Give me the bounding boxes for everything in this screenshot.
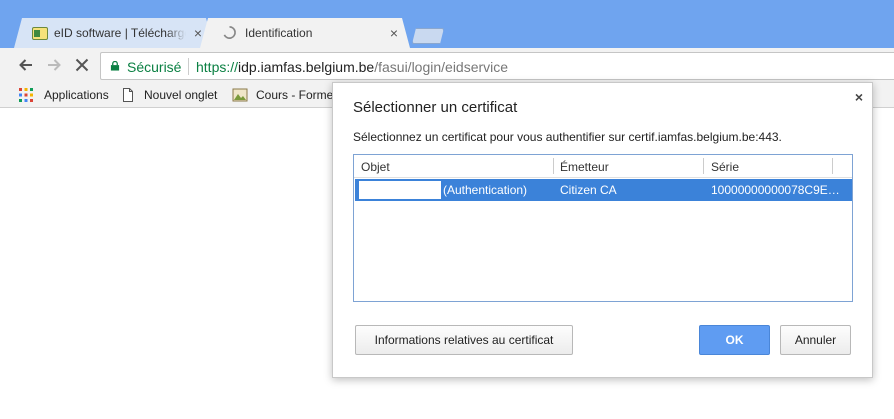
- forward-arrow-icon[interactable]: [44, 55, 64, 75]
- redacted-name: [359, 181, 441, 199]
- lock-icon: [110, 61, 120, 71]
- certificate-info-button[interactable]: Informations relatives au certificat: [355, 325, 573, 355]
- column-header-serie[interactable]: Série: [711, 160, 739, 174]
- tab-eid-software[interactable]: eID software | Téléchargement ×: [14, 18, 214, 48]
- url-host: idp.iamfas.belgium.be: [238, 59, 375, 75]
- bookmark-label: Cours - Formet: [256, 88, 332, 102]
- column-divider[interactable]: [703, 158, 704, 174]
- column-divider[interactable]: [553, 158, 554, 174]
- back-arrow-icon[interactable]: [16, 55, 36, 75]
- bookmark-cours-formet[interactable]: Cours - Formet: [232, 87, 332, 103]
- dialog-title: Sélectionner un certificat: [353, 99, 518, 116]
- bookmark-nouvel-onglet[interactable]: Nouvel onglet: [120, 87, 230, 103]
- close-dialog-icon[interactable]: ×: [855, 89, 863, 105]
- url-scheme: https://: [196, 59, 239, 75]
- column-divider[interactable]: [832, 158, 833, 174]
- select-certificate-dialog: Sélectionner un certificat × Sélectionne…: [332, 82, 873, 378]
- image-icon: [232, 88, 248, 102]
- url-text[interactable]: https://idp.iamfas.belgium.be/fasui/logi…: [196, 59, 508, 75]
- tab-identification[interactable]: Identification ×: [200, 18, 410, 48]
- certificate-table[interactable]: Objet Émetteur Série (Authentication) Ci…: [353, 154, 853, 302]
- tab-strip: eID software | Téléchargement × Identifi…: [0, 0, 894, 48]
- new-tab-button[interactable]: [412, 28, 444, 44]
- bookmark-label: Applications: [44, 88, 109, 102]
- stop-loading-icon[interactable]: [72, 55, 92, 75]
- table-header: Objet Émetteur Série: [354, 155, 852, 178]
- loading-spinner-icon: [223, 26, 236, 39]
- bookmark-label: Nouvel onglet: [144, 88, 218, 102]
- omnibox-divider: [188, 58, 189, 75]
- bookmark-applications[interactable]: Applications: [18, 87, 118, 103]
- cell-issuer: Citizen CA: [560, 183, 617, 197]
- column-header-emetteur[interactable]: Émetteur: [560, 160, 609, 174]
- tab-title: Identification: [245, 26, 313, 40]
- eid-favicon: [32, 27, 48, 40]
- page-icon: [123, 88, 133, 102]
- tab-title: eID software | Téléchargement: [54, 26, 186, 40]
- cancel-button[interactable]: Annuler: [780, 325, 851, 355]
- cell-object: (Authentication): [443, 183, 528, 197]
- column-header-objet[interactable]: Objet: [361, 160, 390, 174]
- secure-label[interactable]: Sécurisé: [127, 59, 181, 75]
- ok-button[interactable]: OK: [699, 325, 770, 355]
- dialog-description: Sélectionnez un certificat pour vous aut…: [353, 130, 782, 144]
- close-tab-icon[interactable]: ×: [390, 25, 398, 41]
- cell-serial: 10000000000078C9E…: [711, 183, 840, 197]
- url-path: /fasui/login/eidservice: [374, 59, 509, 75]
- address-bar[interactable]: Sécurisé https://idp.iamfas.belgium.be/f…: [100, 52, 894, 80]
- table-row[interactable]: (Authentication) Citizen CA 100000000000…: [355, 179, 852, 201]
- apps-grid-icon: [19, 88, 33, 102]
